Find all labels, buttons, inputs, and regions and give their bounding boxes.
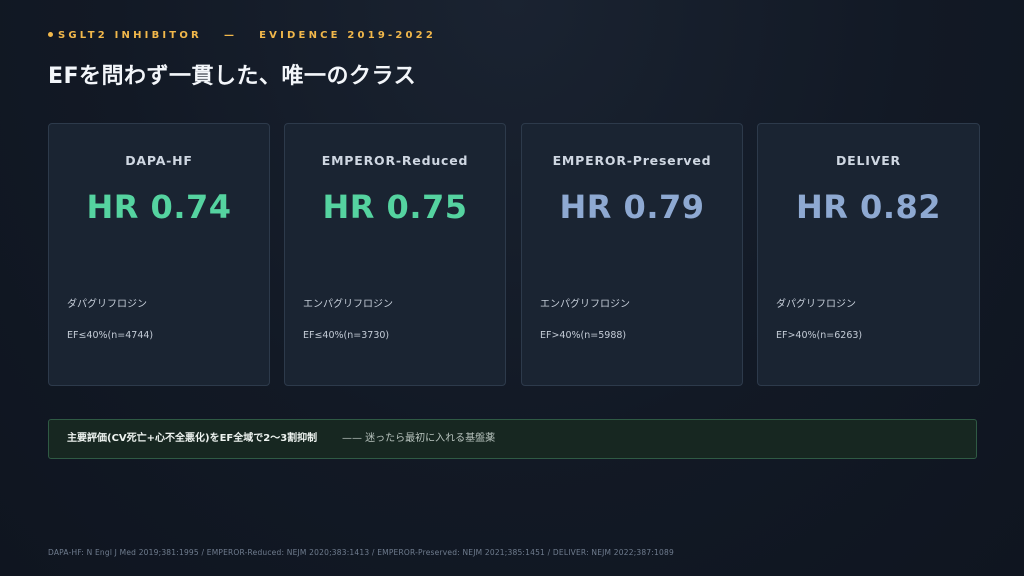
- eyebrow: SGLT2 INHIBITOR — EVIDENCE 2019-2022: [48, 30, 436, 41]
- trial-cards: DAPA-HF HR 0.74 ダパグリフロジン EF≤40%(n=4744) …: [48, 123, 980, 386]
- drug-name: エンパグリフロジン: [303, 299, 393, 310]
- citation-footer: DAPA-HF: N Engl J Med 2019;381:1995 / EM…: [48, 548, 674, 557]
- summary-strong-text: 主要評価(CV死亡+心不全悪化)をEF全域で2〜3割抑制: [67, 433, 318, 444]
- ef-population: EF≤40%(n=4744): [67, 330, 154, 341]
- eyebrow-right: EVIDENCE 2019-2022: [259, 30, 436, 41]
- drug-name: ダパグリフロジン: [776, 299, 856, 310]
- page-title: EFを問わず一貫した、唯一のクラス: [48, 64, 417, 89]
- drug-name: エンパグリフロジン: [540, 299, 630, 310]
- hazard-ratio: HR 0.79: [559, 188, 705, 226]
- eyebrow-left: SGLT2 INHIBITOR: [58, 30, 202, 41]
- trial-card-emperor-preserved: EMPEROR-Preserved HR 0.79 エンパグリフロジン EF>4…: [521, 123, 743, 386]
- trial-card-dapa-hf: DAPA-HF HR 0.74 ダパグリフロジン EF≤40%(n=4744): [48, 123, 270, 386]
- drug-name: ダパグリフロジン: [67, 299, 147, 310]
- hazard-ratio: HR 0.82: [795, 188, 941, 226]
- hazard-ratio: HR 0.74: [86, 188, 232, 226]
- bullet-dot-icon: [48, 31, 53, 37]
- trial-card-deliver: DELIVER HR 0.82 ダパグリフロジン EF>40%(n=6263): [757, 123, 980, 386]
- trial-name: EMPEROR-Reduced: [321, 153, 469, 168]
- ef-population: EF>40%(n=6263): [776, 330, 863, 341]
- summary-rest-text: —— 迷ったら最初に入れる基盤薬: [342, 433, 496, 444]
- trial-card-emperor-reduced: EMPEROR-Reduced HR 0.75 エンパグリフロジン EF≤40%…: [284, 123, 506, 386]
- trial-name: EMPEROR-Preserved: [552, 153, 712, 168]
- eyebrow-separator: —: [223, 30, 238, 41]
- summary-banner: 主要評価(CV死亡+心不全悪化)をEF全域で2〜3割抑制 —— 迷ったら最初に入…: [48, 419, 977, 459]
- hazard-ratio: HR 0.75: [322, 188, 468, 226]
- ef-population: EF≤40%(n=3730): [303, 330, 390, 341]
- ef-population: EF>40%(n=5988): [540, 330, 627, 341]
- trial-name: DELIVER: [836, 153, 901, 168]
- trial-name: DAPA-HF: [125, 153, 193, 168]
